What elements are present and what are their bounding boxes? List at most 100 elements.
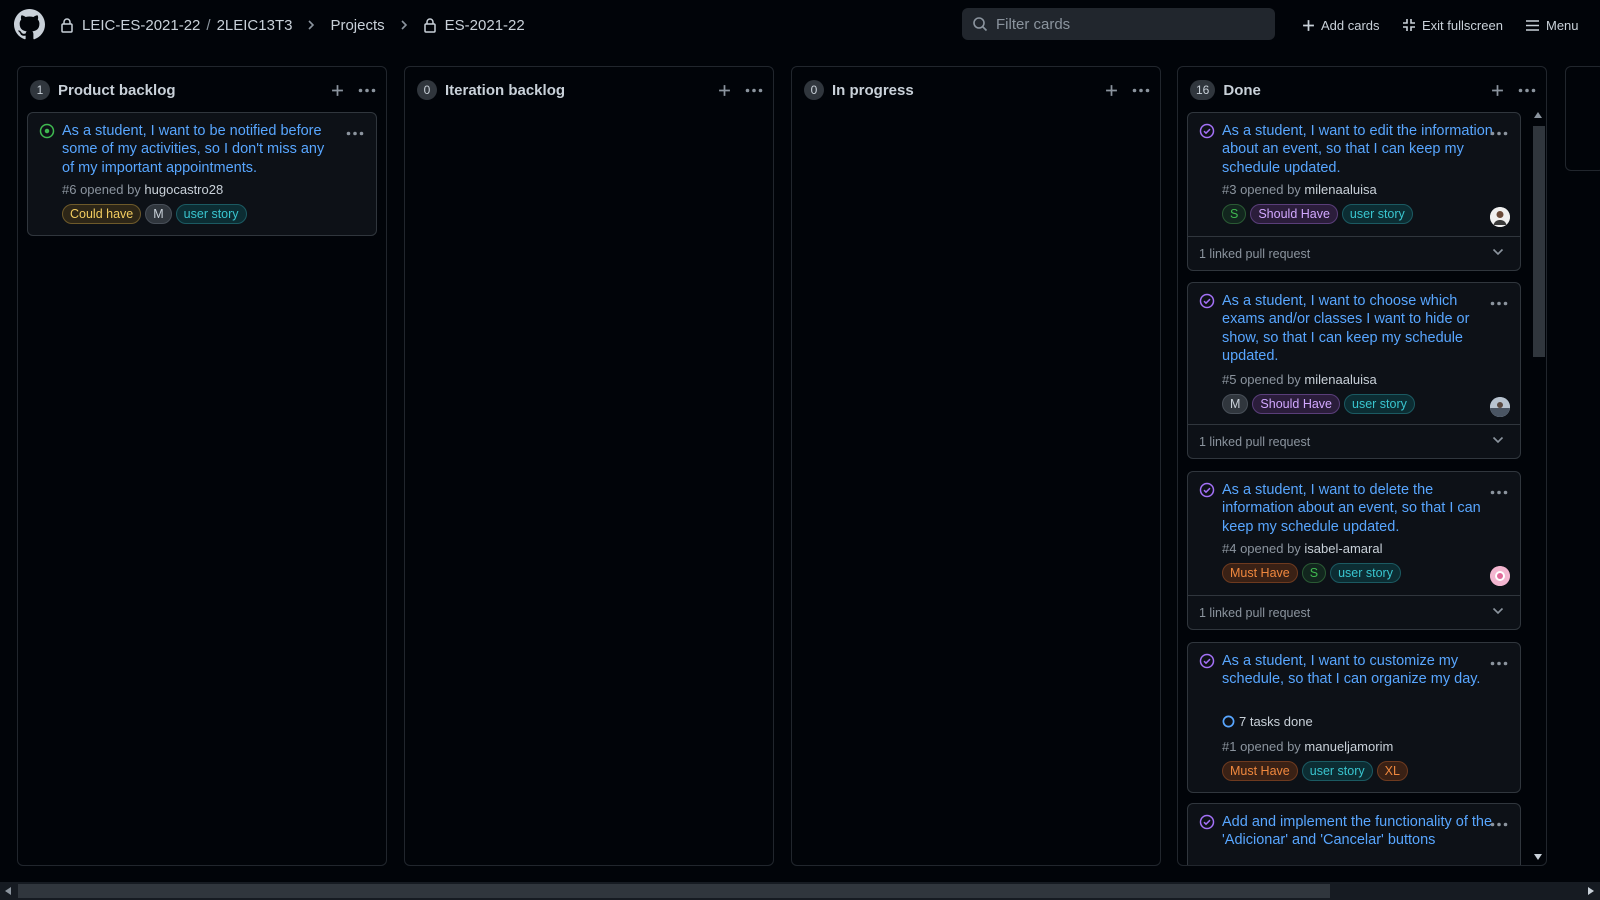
add-cards-button[interactable]: Add cards — [1302, 14, 1380, 36]
column-title: In progress — [832, 81, 914, 99]
issue-title-link[interactable]: As a student, I want to delete the infor… — [1222, 481, 1500, 536]
breadcrumb-repo[interactable]: 2LEIC13T3 — [217, 17, 293, 34]
github-logo-icon[interactable] — [14, 9, 45, 40]
label-user-story[interactable]: user story — [175, 204, 247, 224]
breadcrumb-org[interactable]: LEIC-ES-2021-22 — [82, 17, 200, 34]
avatar[interactable] — [1490, 207, 1510, 227]
issue-card[interactable]: As a student, I want to customize my sch… — [1187, 642, 1521, 793]
task-progress[interactable]: 7 tasks done — [1222, 714, 1313, 729]
label-should-have[interactable]: Should Have — [1250, 204, 1338, 224]
issue-author-link[interactable]: milenaaluisa — [1304, 372, 1376, 387]
tasks-done-label: 7 tasks done — [1239, 714, 1313, 729]
hamburger-icon — [1526, 19, 1539, 31]
open-issue-icon — [39, 123, 55, 139]
card-more-icon[interactable] — [1490, 482, 1508, 500]
label-size-m[interactable]: M — [145, 204, 172, 224]
label-user-story[interactable]: user story — [1301, 761, 1373, 781]
issue-title-link[interactable]: As a student, I want to choose which exa… — [1222, 292, 1500, 366]
filter-cards-input[interactable] — [996, 15, 1266, 33]
card-more-icon[interactable] — [1490, 123, 1508, 141]
column-done: 16 Done As a student, I want to edit the… — [1177, 66, 1547, 866]
issue-meta: #3 opened by milenaaluisa — [1222, 182, 1377, 197]
menu-button[interactable]: Menu — [1525, 14, 1579, 36]
issue-card[interactable]: Add and implement the functionality of t… — [1187, 803, 1521, 865]
linked-pull-request-toggle[interactable]: 1 linked pull request — [1188, 595, 1520, 630]
done-column-scrollbar[interactable] — [1530, 108, 1545, 866]
closed-issue-icon — [1199, 123, 1215, 139]
label-must-have[interactable]: Must Have — [1222, 761, 1298, 781]
add-card-plus-icon[interactable] — [718, 84, 731, 97]
add-card-plus-icon[interactable] — [1105, 84, 1118, 97]
issue-card[interactable]: As a student, I want to choose which exa… — [1187, 282, 1521, 459]
breadcrumb-separator: / — [206, 16, 211, 34]
issue-meta: #4 opened by isabel-amaral — [1222, 541, 1382, 556]
issue-title-link[interactable]: As a student, I want to edit the informa… — [1222, 122, 1500, 177]
scrollbar-thumb[interactable] — [18, 884, 1330, 898]
board-horizontal-scrollbar[interactable] — [0, 882, 1600, 900]
task-progress-icon — [1222, 715, 1235, 728]
issue-title-link[interactable]: As a student, I want to customize my sch… — [1222, 652, 1500, 689]
chevron-right-icon — [306, 19, 316, 31]
card-more-icon[interactable] — [346, 123, 364, 141]
scroll-up-arrow-icon[interactable] — [1534, 112, 1542, 118]
issue-title-link[interactable]: As a student, I want to be notified befo… — [62, 122, 340, 177]
lock-icon — [60, 17, 74, 33]
issue-card[interactable]: As a student, I want to delete the infor… — [1187, 471, 1521, 630]
issue-card[interactable]: As a student, I want to be notified befo… — [27, 112, 377, 236]
breadcrumb-projects[interactable]: Projects — [330, 17, 384, 34]
label-could-have[interactable]: Could have — [62, 204, 142, 224]
label-list: M Should Have user story — [1222, 394, 1415, 414]
issue-meta: #1 opened by manueljamorim — [1222, 739, 1393, 754]
scroll-right-arrow-icon[interactable] — [1588, 887, 1594, 895]
label-user-story[interactable]: user story — [1341, 204, 1413, 224]
card-more-icon[interactable] — [1490, 293, 1508, 311]
label-user-story[interactable]: user story — [1330, 563, 1401, 583]
issue-author-link[interactable]: isabel-amaral — [1304, 541, 1382, 556]
label-size-s[interactable]: S — [1222, 204, 1247, 224]
breadcrumb: LEIC-ES-2021-22 / 2LEIC13T3 Projects ES-… — [60, 0, 525, 50]
scroll-left-arrow-icon[interactable] — [5, 887, 11, 895]
card-more-icon[interactable] — [1490, 653, 1508, 671]
column-header: 0 Iteration backlog — [417, 77, 763, 103]
column-more-icon[interactable] — [1132, 88, 1150, 93]
scrollbar-thumb[interactable] — [1533, 126, 1545, 357]
breadcrumb-project[interactable]: ES-2021-22 — [445, 17, 525, 34]
label-size-xl[interactable]: XL — [1376, 761, 1408, 781]
linked-pull-request-toggle[interactable]: 1 linked pull request — [1188, 236, 1520, 271]
search-icon — [973, 17, 988, 32]
closed-issue-icon — [1199, 482, 1215, 498]
column-title: Done — [1223, 81, 1261, 99]
issue-title-link[interactable]: Add and implement the functionality of t… — [1222, 813, 1500, 850]
column-more-icon[interactable] — [358, 88, 376, 93]
filter-cards-search[interactable] — [962, 8, 1275, 40]
chevron-down-icon — [1492, 607, 1504, 615]
closed-issue-icon — [1199, 293, 1215, 309]
label-should-have[interactable]: Should Have — [1252, 394, 1340, 414]
avatar[interactable] — [1490, 397, 1510, 417]
scroll-down-arrow-icon[interactable] — [1534, 854, 1542, 860]
avatar[interactable] — [1490, 566, 1510, 586]
add-card-plus-icon[interactable] — [331, 84, 344, 97]
linked-pull-request-label: 1 linked pull request — [1199, 247, 1311, 261]
label-size-m[interactable]: M — [1222, 394, 1249, 414]
label-must-have[interactable]: Must Have — [1222, 563, 1298, 583]
add-card-plus-icon[interactable] — [1491, 84, 1504, 97]
column-more-icon[interactable] — [1518, 88, 1536, 93]
chevron-right-icon — [399, 19, 409, 31]
column-more-icon[interactable] — [745, 88, 763, 93]
issue-card[interactable]: As a student, I want to edit the informa… — [1187, 112, 1521, 271]
label-list: Must Have S user story — [1222, 563, 1401, 583]
exit-fullscreen-icon — [1403, 19, 1415, 31]
issue-author-link[interactable]: manueljamorim — [1304, 739, 1393, 754]
exit-fullscreen-button[interactable]: Exit fullscreen — [1402, 14, 1503, 36]
chevron-down-icon — [1492, 436, 1504, 444]
linked-pull-request-toggle[interactable]: 1 linked pull request — [1188, 424, 1520, 459]
linked-pull-request-label: 1 linked pull request — [1199, 435, 1311, 449]
linked-pull-request-label: 1 linked pull request — [1199, 606, 1311, 620]
label-size-s[interactable]: S — [1301, 563, 1327, 583]
issue-author-link[interactable]: hugocastro28 — [144, 182, 223, 197]
issue-author-link[interactable]: milenaaluisa — [1304, 182, 1376, 197]
label-list: S Should Have user story — [1222, 204, 1413, 224]
card-more-icon[interactable] — [1490, 814, 1508, 832]
label-user-story[interactable]: user story — [1344, 394, 1415, 414]
